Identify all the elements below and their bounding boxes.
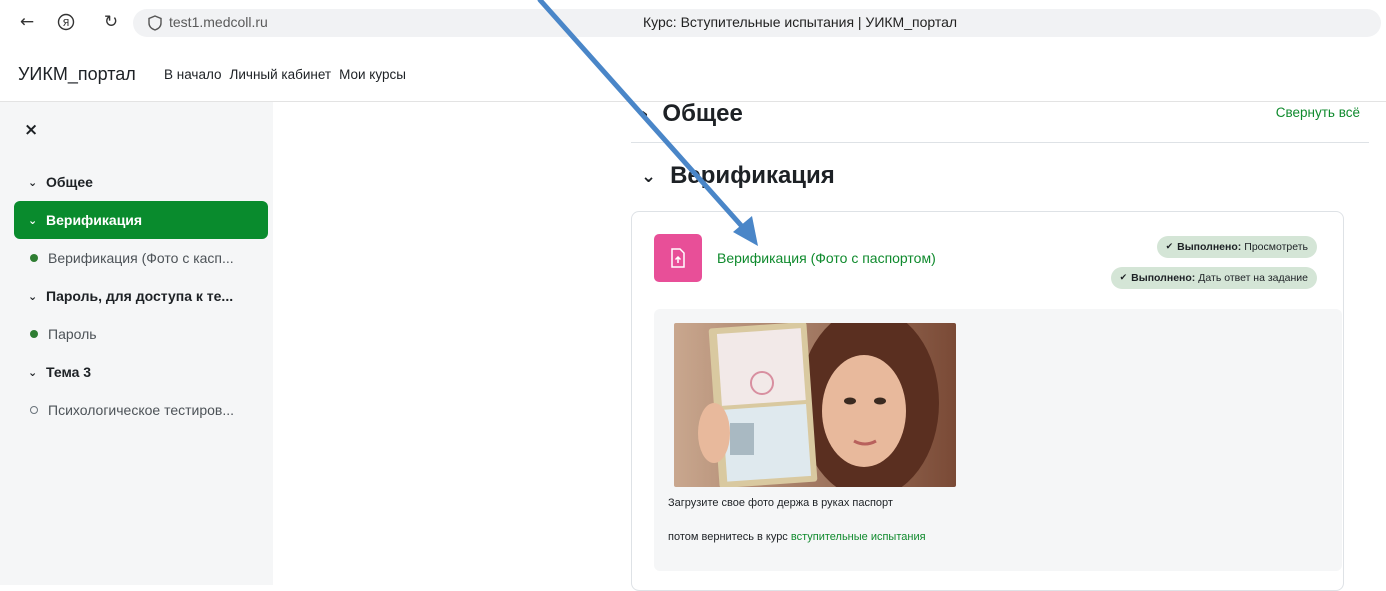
- sidebar-item-label: Общее: [46, 174, 93, 190]
- section-title: Общее: [662, 100, 743, 127]
- nav-link-my-courses[interactable]: Мои курсы: [339, 67, 406, 82]
- shield-icon: [148, 15, 162, 31]
- description-line-1: Загрузите свое фото держа в руках паспор…: [668, 497, 893, 509]
- primary-navigation: В начало Личный кабинет Мои курсы: [164, 67, 414, 82]
- activity-link[interactable]: Верификация (Фото с паспортом): [717, 250, 936, 266]
- incomplete-dot-icon: [30, 406, 38, 414]
- completion-badge-view: ✔ Выполнено: Просмотреть: [1156, 236, 1317, 258]
- course-content: › Общее Свернуть всё ⌄ Верификация Вериф…: [273, 100, 1386, 591]
- chevron-down-icon: ⌄: [28, 213, 38, 227]
- section-divider: [631, 142, 1369, 143]
- completion-dot-icon: [30, 330, 38, 338]
- course-index-drawer: × ⌄ Общее ⌄ Верификация Верификация (Фот…: [0, 102, 273, 585]
- section-verification-heading[interactable]: ⌄ Верификация: [641, 162, 835, 190]
- sidebar-item-password[interactable]: Пароль: [14, 315, 268, 353]
- url-text[interactable]: test1.medcoll.ru: [169, 14, 268, 30]
- nav-link-home[interactable]: В начало: [164, 67, 222, 82]
- sidebar-item-label: Тема 3: [46, 364, 92, 380]
- check-icon: ✔: [1119, 273, 1128, 283]
- section-general-heading[interactable]: › Общее: [641, 100, 743, 128]
- sidebar-item-psych-test[interactable]: Психологическое тестиров...: [14, 391, 268, 429]
- course-link[interactable]: вступительные испытания: [791, 531, 926, 543]
- svg-text:Я: Я: [63, 18, 70, 29]
- sidebar-item-verification[interactable]: ⌄ Верификация: [14, 201, 268, 239]
- reload-icon[interactable]: ↻: [100, 11, 122, 33]
- browser-toolbar: ← Я ↻ test1.medcoll.ru Курс: Вступительн…: [0, 0, 1386, 44]
- sidebar-item-label: Верификация (Фото с касп...: [48, 250, 234, 266]
- chevron-down-icon: ⌄: [641, 165, 657, 187]
- sidebar-item-label: Пароль, для доступа к те...: [46, 288, 234, 304]
- completion-badge-submit: ✔ Выполнено: Дать ответ на задание: [1110, 267, 1317, 289]
- nav-link-dashboard[interactable]: Личный кабинет: [230, 67, 332, 82]
- chevron-down-icon: ⌄: [28, 175, 38, 189]
- site-navbar: УИКМ_портал В начало Личный кабинет Мои …: [0, 44, 1386, 102]
- section-title: Верификация: [670, 162, 835, 189]
- chevron-down-icon: ⌄: [28, 365, 38, 379]
- sidebar-item-verification-photo[interactable]: Верификация (Фото с касп...: [14, 239, 268, 277]
- activity-card: Верификация (Фото с паспортом) ✔ Выполне…: [631, 211, 1344, 591]
- sidebar-item-label: Психологическое тестиров...: [48, 402, 235, 418]
- page-title: Курс: Вступительные испытания | УИКМ_пор…: [643, 14, 958, 30]
- check-icon: ✔: [1165, 242, 1174, 252]
- chevron-down-icon: ⌄: [28, 289, 38, 303]
- completion-dot-icon: [30, 254, 38, 262]
- assignment-upload-icon[interactable]: [654, 234, 702, 282]
- site-brand[interactable]: УИКМ_портал: [18, 64, 136, 85]
- sidebar-item-topic-3[interactable]: ⌄ Тема 3: [14, 353, 268, 391]
- sidebar-item-password-section[interactable]: ⌄ Пароль, для доступа к те...: [14, 277, 268, 315]
- description-line-2: потом вернитесь в курс вступительные исп…: [668, 531, 926, 543]
- passport-photo-image: [674, 323, 956, 487]
- sidebar-item-label: Верификация: [46, 212, 143, 228]
- activity-description: Загрузите свое фото держа в руках паспор…: [654, 309, 1342, 571]
- close-drawer-icon[interactable]: ×: [24, 120, 38, 140]
- sidebar-item-label: Пароль: [48, 326, 97, 342]
- collapse-all-link[interactable]: Свернуть всё: [1276, 105, 1360, 120]
- back-arrow-icon[interactable]: ←: [16, 11, 38, 33]
- chevron-right-icon: ›: [641, 103, 649, 125]
- sidebar-item-general[interactable]: ⌄ Общее: [14, 163, 268, 201]
- yandex-icon[interactable]: Я: [55, 11, 77, 33]
